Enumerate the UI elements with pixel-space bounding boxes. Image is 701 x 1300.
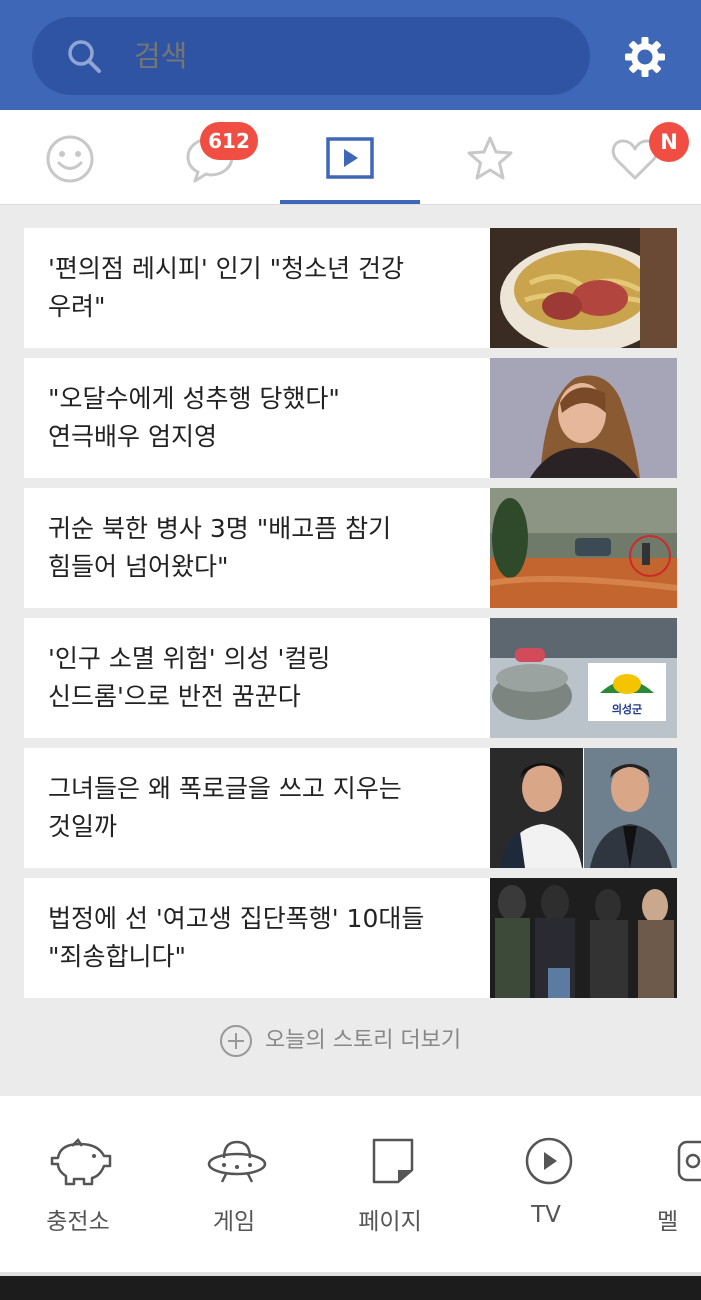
portrait-thumbnail <box>490 358 677 478</box>
divider <box>0 1272 701 1276</box>
news-title: 귀순 북한 병사 3명 "배고픔 참기 힘들어 넘어왔다" <box>48 514 392 581</box>
piggy-bank-icon <box>50 1138 112 1186</box>
melon-icon <box>677 1140 701 1182</box>
uiseong-logo-text: 의성군 <box>612 702 642 716</box>
news-card[interactable]: "오달수에게 성추행 당했다" 연극배우 엄지영 <box>24 358 677 478</box>
news-title: '편의점 레시피' 인기 "청소년 건강 우려" <box>48 254 405 321</box>
smiley-icon <box>46 135 94 183</box>
shortcut-label: 충전소 <box>46 1209 110 1235</box>
shortcut-tv[interactable]: TV <box>481 1096 611 1272</box>
news-title: '인구 소멸 위험' 의성 '컬링 신드롬'으로 반전 꿈꾼다 <box>48 644 331 711</box>
gear-icon[interactable] <box>625 37 665 77</box>
news-card[interactable]: '편의점 레시피' 인기 "청소년 건강 우려" <box>24 228 677 348</box>
talk-unread-badge: 612 <box>200 122 258 160</box>
top-bar <box>0 0 701 110</box>
shortcut-label: 멜 <box>657 1209 679 1235</box>
main-tabs: 612 N <box>0 110 701 205</box>
new-badge: N <box>649 122 689 162</box>
plus-circle-icon <box>220 1025 252 1057</box>
news-title: 그녀들은 왜 폭로글을 쓰고 지우는 것일까 <box>48 774 402 841</box>
shortcut-label: 페이지 <box>358 1209 422 1235</box>
group-thumbnail <box>490 878 677 998</box>
selected-tab-indicator <box>280 200 420 204</box>
search-bar[interactable] <box>32 17 590 95</box>
news-card[interactable]: 법정에 선 '여고생 집단폭행' 10대들 "죄송합니다" <box>24 878 677 998</box>
news-title: "오달수에게 성추행 당했다" 연극배우 엄지영 <box>48 384 340 451</box>
tv-play-icon <box>525 1137 573 1185</box>
news-card[interactable]: '인구 소멸 위험' 의성 '컬링 신드롬'으로 반전 꿈꾼다 의성군 <box>24 618 677 738</box>
two-men-thumbnail <box>490 748 677 868</box>
more-stories-button[interactable]: 오늘의 스토리 더보기 <box>0 1012 701 1070</box>
border-scene-thumbnail <box>490 488 677 608</box>
search-input[interactable] <box>134 17 554 95</box>
shortcut-label: TV <box>531 1202 561 1228</box>
shortcut-page[interactable]: 페이지 <box>325 1096 455 1272</box>
ufo-icon <box>207 1140 267 1183</box>
tab-likes[interactable]: N <box>560 110 700 204</box>
news-card[interactable]: 귀순 북한 병사 3명 "배고픔 참기 힘들어 넘어왔다" <box>24 488 677 608</box>
shortcut-melon[interactable]: 멜 <box>637 1096 701 1272</box>
bottom-shortcuts: 충전소 게임 페이지 TV 멜 <box>0 1096 701 1272</box>
tab-favorites[interactable] <box>420 110 560 204</box>
more-stories-label: 오늘의 스토리 더보기 <box>265 1028 462 1053</box>
play-icon <box>326 137 374 179</box>
shortcut-game[interactable]: 게임 <box>169 1096 299 1272</box>
tab-video[interactable] <box>280 110 420 204</box>
shortcut-label: 게임 <box>212 1209 256 1235</box>
food-cup-thumbnail <box>490 228 677 348</box>
page-icon <box>372 1138 414 1184</box>
system-footer <box>0 1272 701 1300</box>
shortcut-charging[interactable]: 충전소 <box>13 1096 143 1272</box>
search-icon <box>68 40 101 73</box>
star-icon <box>467 136 513 180</box>
curling-thumbnail: 의성군 <box>490 618 677 738</box>
news-card[interactable]: 그녀들은 왜 폭로글을 쓰고 지우는 것일까 <box>24 748 677 868</box>
tab-talk[interactable]: 612 <box>140 110 280 204</box>
news-title: 법정에 선 '여고생 집단폭행' 10대들 "죄송합니다" <box>48 904 425 971</box>
tab-emoticon[interactable] <box>0 110 140 204</box>
